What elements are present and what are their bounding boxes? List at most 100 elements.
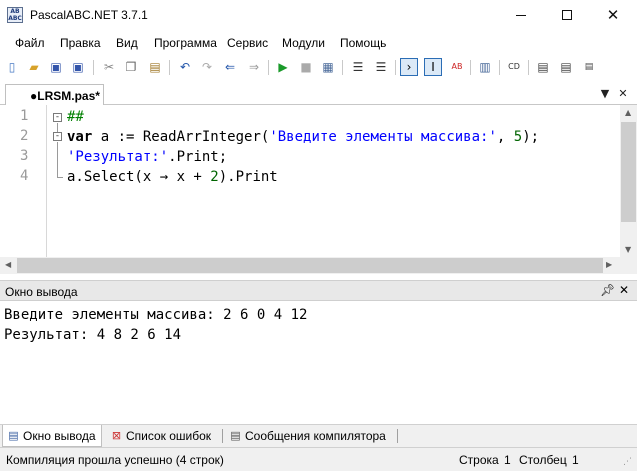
title-bar: AB ABC PascalABC.NET 3.7.1 ✕ (0, 0, 637, 31)
line-number: 2 (20, 128, 29, 144)
undo-icon[interactable]: ↶ (176, 58, 194, 76)
line-number: 3 (20, 148, 29, 164)
code-template-icon[interactable]: ▥ (476, 58, 494, 76)
paste-icon[interactable]: ▤ (146, 58, 164, 76)
tab-close-icon[interactable]: ✕ (615, 85, 631, 101)
close-icon[interactable]: ✕ (619, 283, 629, 297)
code-token: var (67, 129, 93, 145)
line-number-gutter: 1 2 3 4 (0, 105, 47, 257)
output-line: Введите элементы массива: 2 6 0 4 12 (4, 307, 308, 323)
output-pane-header: Окно вывода 📌︎ ✕ (0, 280, 637, 301)
forward-icon[interactable]: ⇒ (245, 58, 263, 76)
error-list-icon: ⊠ (111, 429, 122, 442)
compile-icon[interactable]: AB (448, 58, 466, 76)
menu-program[interactable]: Программа (154, 36, 217, 50)
toolbar-separator (395, 60, 396, 75)
close-button[interactable]: ✕ (590, 0, 636, 30)
status-col-value: 1 (572, 453, 579, 467)
toolbar-separator (342, 60, 343, 75)
editor-tab-label: ●LRSM.pas* (30, 88, 100, 103)
project-icon[interactable]: ▤ (557, 58, 575, 76)
compiler-messages-icon: ▤ (230, 429, 241, 442)
fold-end-marker (57, 177, 63, 178)
tab-separator (397, 429, 398, 443)
toolbar-separator (268, 60, 269, 75)
save-icon[interactable]: ▣ (47, 58, 65, 76)
menu-edit[interactable]: Правка (60, 36, 101, 50)
output-pane-title: Окно вывода (5, 285, 78, 299)
code-line-2: var a := ReadArrInteger('Введите элемент… (67, 127, 539, 147)
output-line: Результат: 4 8 2 6 14 (4, 327, 182, 343)
tab-output-window[interactable]: ▤ Окно вывода (2, 425, 102, 447)
scroll-left-icon[interactable]: ◀ (5, 260, 11, 269)
output-window[interactable]: Введите элементы массива: 2 6 0 4 12 Рез… (0, 301, 637, 425)
menu-bar: Файл Правка Вид Программа Сервис Модули … (0, 31, 637, 54)
scroll-up-icon[interactable]: ▲ (625, 108, 631, 117)
menu-view[interactable]: Вид (116, 36, 138, 50)
open-folder-icon[interactable]: ▰ (25, 58, 43, 76)
copy-icon[interactable]: ❐ (122, 58, 140, 76)
fold-collapse-icon[interactable]: - (53, 132, 62, 141)
code-line-4: a.Select(x → x + 2).Print (67, 167, 278, 187)
editor-vertical-scrollbar[interactable]: ▲ ▼ (620, 105, 637, 257)
editor-tab-lrsm[interactable]: ●LRSM.pas* (5, 84, 104, 106)
toolbar-separator (528, 60, 529, 75)
menu-service[interactable]: Сервис (227, 36, 268, 50)
code-token: .Print; (168, 149, 228, 165)
toolbar-separator (169, 60, 170, 75)
debug-icon[interactable]: ▦ (319, 58, 337, 76)
toolbar: ▯ ▰ ▣ ▣ ✂ ❐ ▤ ↶ ↷ ⇐ ⇒ ▶ ■ ▦ ☰ ☰ › I AB ▥… (0, 54, 637, 80)
stop-icon[interactable]: ■ (297, 58, 315, 76)
tab-label: Список ошибок (126, 429, 212, 443)
code-token: a.Select(x → x + (67, 169, 211, 185)
save-all-icon[interactable]: ▣ (69, 58, 87, 76)
tab-compiler-messages[interactable]: ▤ Сообщения компилятора (225, 425, 395, 447)
tools-icon[interactable]: CD (505, 58, 523, 76)
scroll-thumb[interactable] (17, 258, 603, 273)
status-row-value: 1 (504, 453, 511, 467)
scroll-right-icon[interactable]: ▶ (606, 260, 612, 269)
status-bar: Компиляция прошла успешно (4 строк) Стро… (0, 448, 637, 471)
console-window-icon[interactable]: ☰ (372, 58, 390, 76)
editor-tab-strip: ●LRSM.pas* ▼ ✕ (0, 80, 637, 106)
resize-grip-icon[interactable]: ⋰ (623, 457, 632, 467)
step-icon[interactable]: ☰ (349, 58, 367, 76)
new-file-icon[interactable]: ▯ (3, 58, 21, 76)
toolbar-separator (499, 60, 500, 75)
code-token: ## (67, 109, 84, 125)
scroll-thumb[interactable] (621, 122, 636, 222)
maximize-button[interactable] (544, 0, 590, 30)
toolbar-separator (470, 60, 471, 75)
tab-label: Сообщения компилятора (245, 429, 386, 443)
code-token: , (496, 129, 514, 145)
status-row-label: Строка (459, 453, 499, 467)
run-icon[interactable]: ▶ (274, 58, 292, 76)
menu-help[interactable]: Помощь (340, 36, 386, 50)
text-input-icon[interactable]: › (400, 58, 418, 76)
code-editor[interactable]: 1 2 3 4 - - ## var a := ReadArrInteger('… (0, 105, 637, 275)
menu-file[interactable]: Файл (15, 36, 45, 50)
cut-icon[interactable]: ✂ (100, 58, 118, 76)
minimize-button[interactable] (498, 0, 544, 30)
form-designer-icon[interactable]: ▤ (534, 58, 552, 76)
fold-collapse-icon[interactable]: - (53, 113, 62, 122)
back-icon[interactable]: ⇐ (221, 58, 239, 76)
window-title: PascalABC.NET 3.7.1 (30, 8, 148, 22)
code-token: a := ReadArrInteger( (92, 129, 270, 145)
app-logo-icon: AB ABC (7, 7, 23, 23)
close-icon: ✕ (606, 5, 620, 24)
tab-separator (222, 429, 223, 443)
code-token: 2 (210, 169, 219, 185)
fold-line (57, 142, 58, 177)
properties-icon[interactable]: ▤ (580, 58, 598, 76)
scroll-down-icon[interactable]: ▼ (625, 245, 631, 254)
menu-modules[interactable]: Модули (282, 36, 325, 50)
editor-horizontal-scrollbar[interactable]: ◀ ▶ (0, 257, 620, 274)
tab-list-dropdown-icon[interactable]: ▼ (597, 85, 613, 101)
tab-label: Окно вывода (23, 428, 96, 443)
pin-icon[interactable]: 📌︎ (600, 283, 615, 297)
tab-error-list[interactable]: ⊠ Список ошибок (106, 425, 220, 447)
format-icon[interactable]: I (424, 58, 442, 76)
redo-icon[interactable]: ↷ (198, 58, 216, 76)
scrollbar-corner (620, 257, 637, 274)
